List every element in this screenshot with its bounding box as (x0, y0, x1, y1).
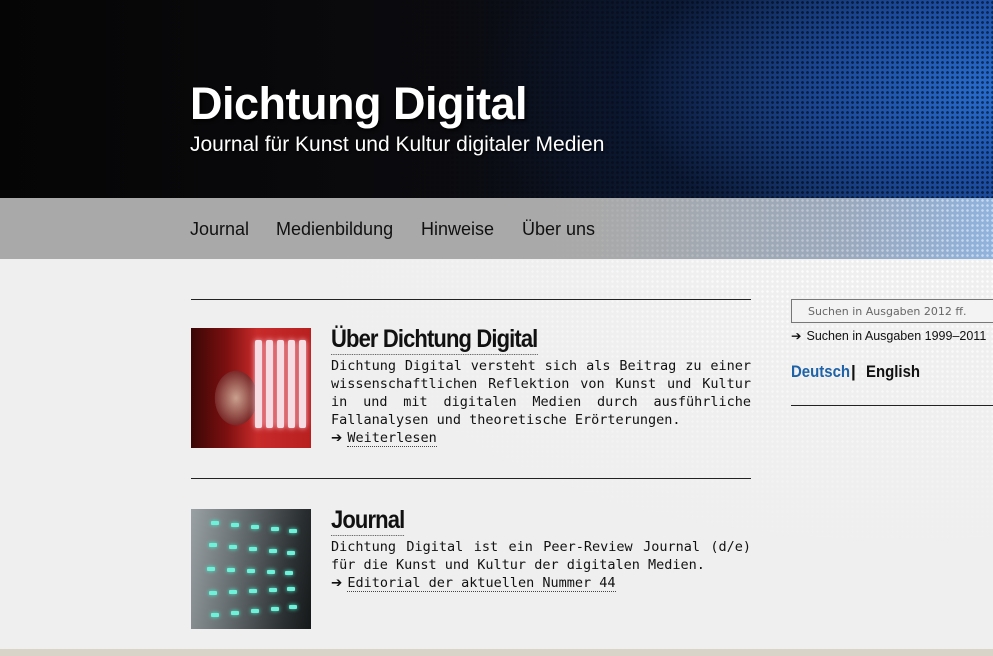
editorial-label[interactable]: Editorial der aktuellen Nummer 44 (347, 575, 616, 592)
divider (191, 478, 751, 479)
site-title[interactable]: Dichtung Digital (190, 78, 527, 130)
nav-item-ueber-uns[interactable]: Über uns (522, 219, 595, 240)
article-title-journal[interactable]: Journal (331, 505, 405, 536)
nav-item-journal[interactable]: Journal (190, 219, 249, 240)
divider (191, 299, 751, 300)
arrow-right-icon: ➔ (791, 328, 802, 343)
site-subtitle: Journal für Kunst und Kultur digitaler M… (190, 133, 605, 156)
arrow-right-icon: ➔ (331, 430, 343, 446)
nav-item-medienbildung[interactable]: Medienbildung (276, 219, 393, 240)
article-text-journal: Dichtung Digital ist ein Peer-Review Jou… (331, 539, 751, 573)
read-more-link[interactable]: ➔ Weiterlesen (331, 429, 437, 447)
arrow-right-icon: ➔ (331, 575, 343, 591)
lang-deutsch[interactable]: Deutsch (791, 362, 850, 382)
archive-search-label[interactable]: Suchen in Ausgaben 1999–2011 (806, 329, 986, 343)
lang-english[interactable]: English (866, 362, 920, 382)
article-thumbnail-astronaut[interactable] (191, 328, 311, 448)
sidebar-divider (791, 405, 993, 406)
article-text-ueber: Dichtung Digital versteht sich als Beitr… (331, 358, 751, 428)
read-more-label[interactable]: Weiterlesen (347, 430, 437, 447)
lang-separator: | (851, 362, 856, 381)
footer-strip (0, 649, 993, 656)
article-thumbnail-server-wall[interactable] (191, 509, 311, 629)
main-nav (0, 198, 993, 259)
nav-item-hinweise[interactable]: Hinweise (421, 219, 494, 240)
editorial-link[interactable]: ➔ Editorial der aktuellen Nummer 44 (331, 574, 616, 592)
archive-search-link[interactable]: ➔ Suchen in Ausgaben 1999–2011 (791, 328, 986, 343)
article-title-ueber[interactable]: Über Dichtung Digital (331, 324, 538, 355)
search-input[interactable] (791, 299, 993, 323)
